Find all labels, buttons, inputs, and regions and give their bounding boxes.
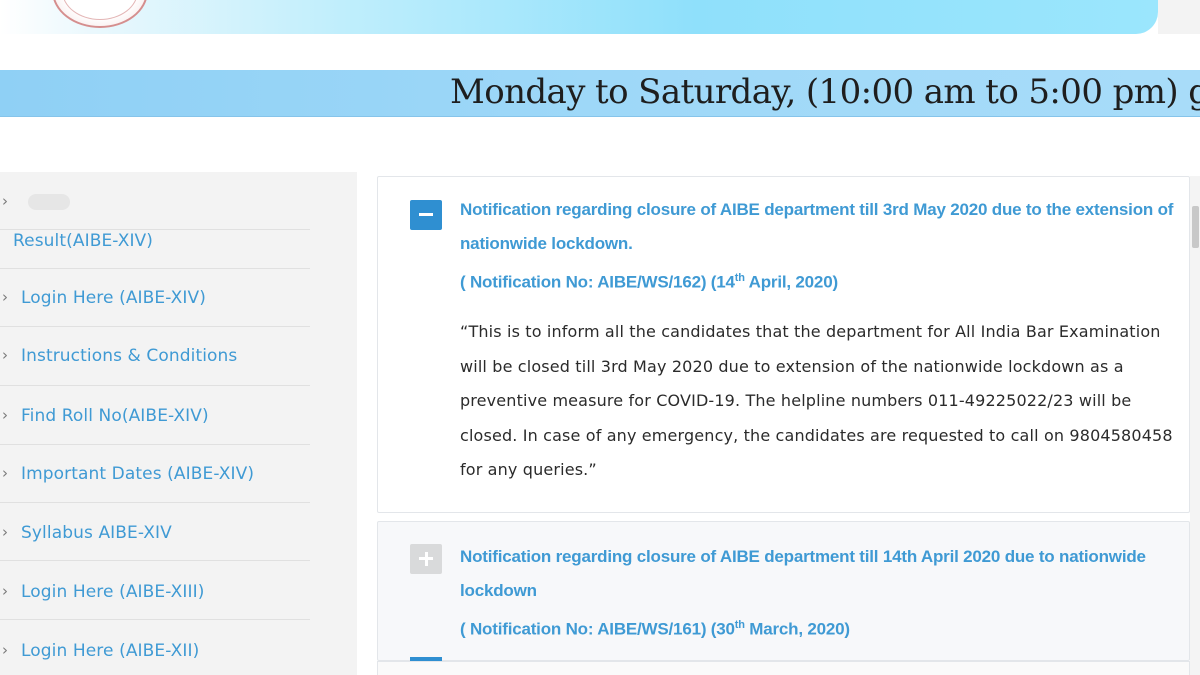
sidebar-item-login-xiv[interactable]: › Login Here (AIBE-XIV) — [0, 269, 310, 327]
next-toggle-edge[interactable] — [410, 657, 442, 661]
sidebar-menu: › Result(AIBE-XIV) › Login Here (AIBE-XI… — [0, 172, 357, 675]
announcement-ticker: Monday to Saturday, (10:00 am to 5:00 pm… — [0, 70, 1200, 117]
sidebar-item-label: Syllabus AIBE-XIV — [21, 523, 172, 543]
sidebar-item-label: Important Dates (AIBE-XIV) — [21, 464, 255, 484]
notification-title-link[interactable]: Notification regarding closure of AIBE d… — [460, 193, 1180, 300]
sidebar-item-find-roll-no[interactable]: › Find Roll No(AIBE-XIV) — [0, 387, 310, 445]
scrollbar-thumb[interactable] — [1192, 206, 1199, 248]
chevron-right-icon: › — [2, 346, 9, 364]
sidebar-item-login-xiii[interactable]: › Login Here (AIBE-XIII) — [0, 562, 310, 620]
expand-plus-icon[interactable] — [410, 544, 442, 574]
scrollbar-track[interactable] — [1190, 176, 1200, 675]
sidebar-item-label: Instructions & Conditions — [21, 346, 238, 366]
notification-panel-next — [377, 661, 1190, 675]
notification-number-suffix: April, 2020) — [744, 272, 838, 292]
chevron-right-icon: › — [2, 464, 9, 482]
sidebar-item-label: Login Here (AIBE-XII) — [21, 641, 200, 661]
notification-panel-expanded: Notification regarding closure of AIBE d… — [377, 176, 1190, 513]
sidebar-divider — [0, 212, 310, 269]
notification-body: “This is to inform all the candidates th… — [460, 322, 1173, 479]
notification-number-sup: th — [734, 272, 745, 284]
notification-number: ( Notification No: AIBE/WS/161) (30th Ma… — [460, 608, 1180, 647]
notification-number-prefix: ( Notification No: AIBE/WS/162) (14 — [460, 272, 735, 292]
chevron-right-icon: › — [2, 523, 9, 541]
ticker-text: Monday to Saturday, (10:00 am to 5:00 pm… — [450, 72, 1200, 112]
council-seal-logo — [52, 0, 148, 28]
notification-number-prefix: ( Notification No: AIBE/WS/161) (30 — [460, 619, 735, 639]
chevron-right-icon: › — [2, 288, 9, 306]
notification-title: Notification regarding closure of AIBE d… — [460, 200, 1174, 253]
notification-title-link[interactable]: Notification regarding closure of AIBE d… — [460, 540, 1180, 647]
sidebar-item-syllabus[interactable]: › Syllabus AIBE-XIV — [0, 503, 310, 561]
chevron-right-icon: › — [2, 641, 9, 659]
sidebar-item-label: Login Here (AIBE-XIII) — [21, 582, 205, 602]
sidebar-item-login-xii[interactable]: › Login Here (AIBE-XII) — [0, 621, 310, 675]
notification-number: ( Notification No: AIBE/WS/162) (14th Ap… — [460, 261, 1180, 300]
chevron-right-icon: › — [2, 192, 9, 210]
sidebar-item-label: Find Roll No(AIBE-XIV) — [21, 406, 209, 426]
header-side-panel — [1158, 0, 1200, 34]
collapse-minus-icon[interactable] — [410, 200, 442, 230]
notification-panel-collapsed: Notification regarding closure of AIBE d… — [377, 521, 1190, 661]
header-banner — [0, 0, 1158, 34]
chevron-right-icon: › — [2, 582, 9, 600]
sidebar-item-label: Login Here (AIBE-XIV) — [21, 288, 206, 308]
sidebar-item-important-dates[interactable]: › Important Dates (AIBE-XIV) — [0, 445, 310, 503]
notification-title: Notification regarding closure of AIBE d… — [460, 547, 1146, 600]
notification-number-sup: th — [734, 619, 745, 631]
sidebar-item-instructions[interactable]: › Instructions & Conditions — [0, 328, 310, 386]
chevron-right-icon: › — [2, 406, 9, 424]
notification-number-suffix: March, 2020) — [744, 619, 850, 639]
